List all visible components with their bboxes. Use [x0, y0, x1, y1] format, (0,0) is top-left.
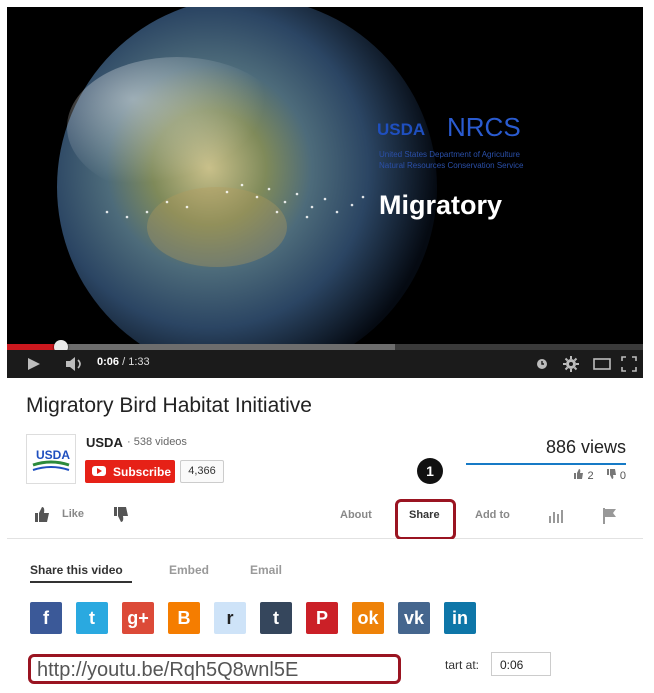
- time-display: 0:06 / 1:33: [97, 356, 150, 368]
- tab-email[interactable]: Email: [250, 563, 282, 577]
- overlay-dept-line1: United States Department of Agriculture: [379, 150, 521, 159]
- thumbs-up-icon[interactable]: [573, 469, 584, 479]
- tab-about[interactable]: About: [340, 509, 372, 521]
- blogger-icon[interactable]: B: [168, 602, 200, 634]
- usda-logo-icon: USDA: [32, 448, 70, 471]
- youtube-play-icon: [92, 466, 106, 476]
- start-at-input[interactable]: 0:06: [491, 652, 551, 676]
- like-count: 2: [587, 470, 594, 482]
- tab-share-this-video[interactable]: Share this video: [30, 563, 123, 577]
- statistics-icon[interactable]: [548, 509, 564, 523]
- odnoklassniki-icon[interactable]: ok: [352, 602, 384, 634]
- player-controls: 0:06 / 1:33: [7, 350, 643, 378]
- theater-mode-icon[interactable]: [593, 358, 611, 370]
- start-at-label: tart at:: [445, 658, 480, 672]
- share-url-field[interactable]: http://youtu.be/Rqh5Q8wnl5E: [28, 654, 401, 684]
- video-frame[interactable]: USDA NRCS United States Department of Ag…: [7, 7, 643, 377]
- time-current: 0:06: [97, 356, 120, 368]
- dislike-button-icon[interactable]: [113, 507, 129, 523]
- time-total: 1:33: [128, 356, 150, 368]
- view-count: 886 views: [545, 437, 626, 457]
- share-url: http://youtu.be/Rqh5Q8wnl5E: [37, 659, 299, 681]
- flag-icon[interactable]: [602, 508, 618, 524]
- active-tab-underline: [30, 581, 132, 583]
- video-info: Migratory Bird Habitat Initiative USDA U…: [7, 378, 643, 540]
- share-highlight-box: [395, 499, 456, 540]
- reddit-icon[interactable]: r: [214, 602, 246, 634]
- like-dislike-counts: 2 0: [573, 469, 626, 482]
- tab-embed[interactable]: Embed: [169, 563, 209, 577]
- video-still: USDA NRCS United States Department of Ag…: [7, 7, 643, 377]
- subscribe-label: Subscribe: [113, 465, 172, 479]
- subscribe-button[interactable]: Subscribe: [85, 460, 175, 483]
- tab-add-to[interactable]: Add to: [475, 509, 510, 521]
- nrcs-overlay-logo: NRCS: [447, 112, 521, 142]
- linkedin-icon[interactable]: in: [444, 602, 476, 634]
- subscriber-count: 4,366: [180, 460, 224, 483]
- like-ratio-bar: [466, 463, 626, 465]
- share-panel: Share this video Embed Email f t g+ Br t Pok v…: [7, 539, 643, 693]
- channel-name[interactable]: USDA: [86, 435, 123, 450]
- pinterest-icon[interactable]: P: [306, 602, 338, 634]
- tumblr-icon[interactable]: t: [260, 602, 292, 634]
- video-player[interactable]: USDA NRCS United States Department of Ag…: [7, 7, 643, 378]
- overlay-title: Migratory: [379, 190, 502, 220]
- facebook-icon[interactable]: f: [30, 602, 62, 634]
- settings-icon[interactable]: [563, 356, 579, 372]
- callout-1: 1: [417, 458, 443, 484]
- thumbs-up-icon: [35, 507, 49, 522]
- volume-icon[interactable]: [65, 356, 87, 372]
- video-title: Migratory Bird Habitat Initiative: [26, 394, 312, 417]
- usda-overlay-logo: USDA: [377, 120, 425, 139]
- watch-later-icon[interactable]: [536, 358, 548, 370]
- channel-avatar[interactable]: USDA: [26, 434, 76, 484]
- like-label: Like: [62, 508, 85, 520]
- overlay-dept-line2: Natural Resources Conservation Service: [379, 161, 524, 170]
- fullscreen-icon[interactable]: [621, 356, 637, 372]
- play-icon[interactable]: [27, 357, 41, 371]
- channel-video-count: · 538 videos: [127, 436, 187, 448]
- dislike-count: 0: [619, 470, 626, 482]
- vkontakte-icon[interactable]: vk: [398, 602, 430, 634]
- svg-text:USDA: USDA: [36, 448, 70, 462]
- thumbs-down-icon[interactable]: [606, 469, 617, 479]
- twitter-icon[interactable]: t: [76, 602, 108, 634]
- google-plus-icon[interactable]: g+: [122, 602, 154, 634]
